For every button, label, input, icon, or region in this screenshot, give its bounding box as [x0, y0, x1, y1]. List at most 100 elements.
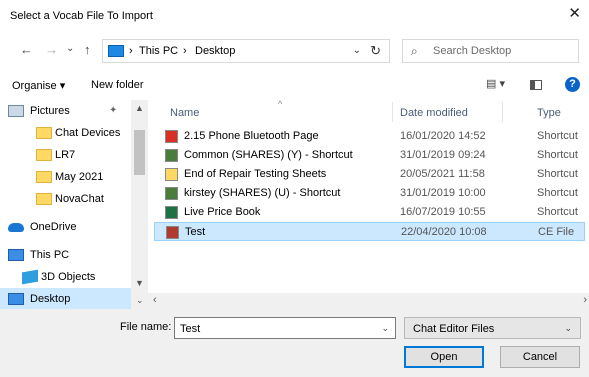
address-dropdown-icon[interactable]: ⌄: [353, 45, 361, 56]
breadcrumb-desktop[interactable]: Desktop: [195, 45, 235, 57]
nav-scrollbar[interactable]: ▲ ▼: [131, 100, 148, 293]
network-shortcut-icon: [165, 187, 178, 200]
column-date-modified[interactable]: Date modified: [400, 107, 468, 119]
recent-locations-icon[interactable]: ⌄: [66, 43, 74, 54]
scroll-left-icon[interactable]: ‹: [153, 294, 157, 306]
file-name-label: File name:: [120, 321, 172, 333]
search-icon: ⌕: [411, 44, 418, 58]
file-type: CE File: [538, 226, 575, 238]
new-folder-button[interactable]: New folder: [91, 79, 144, 91]
back-arrow-icon[interactable]: ←: [20, 42, 33, 57]
command-bar: Organise ▾ New folder ▤ ▾ ?: [0, 72, 589, 98]
sidebar-item-label: NovaChat: [55, 193, 104, 205]
file-date: 16/07/2019 10:55: [400, 206, 486, 218]
sidebar-item-novachat[interactable]: NovaChat: [0, 188, 131, 210]
file-type-value: Chat Editor Files: [413, 323, 495, 335]
sidebar-item-lr7[interactable]: LR7: [0, 144, 131, 166]
forward-arrow-icon[interactable]: →: [45, 42, 58, 57]
folder-icon: [36, 127, 52, 139]
sidebar-item-onedrive[interactable]: OneDrive: [0, 216, 131, 238]
cancel-button[interactable]: Cancel: [500, 346, 580, 368]
refresh-icon[interactable]: ↻: [370, 43, 381, 59]
sidebar-item-label: Pictures: [30, 105, 70, 117]
change-view-icon[interactable]: ▤ ▾: [486, 77, 505, 90]
sidebar-item-3d-objects[interactable]: 3D Objects: [0, 266, 131, 288]
organise-button[interactable]: Organise ▾: [12, 79, 65, 92]
up-arrow-icon[interactable]: ↑: [84, 42, 91, 57]
dialog-footer: File name: Test ⌄ Chat Editor Files ⌄ Op…: [0, 309, 589, 377]
column-type[interactable]: Type: [537, 107, 561, 119]
sidebar-item-may-2021[interactable]: May 2021: [0, 166, 131, 188]
folder-icon: [36, 193, 52, 205]
file-date: 31/01/2019 09:24: [400, 149, 486, 161]
preview-pane-icon[interactable]: [530, 80, 542, 90]
scroll-up-icon[interactable]: ▲: [135, 103, 144, 113]
file-date: 16/01/2020 14:52: [400, 130, 486, 142]
address-bar[interactable]: › This PC › Desktop ⌄ ↻: [102, 39, 390, 63]
column-name[interactable]: Name: [170, 107, 199, 119]
this-pc-icon: [108, 45, 124, 57]
horizontal-scrollbar[interactable]: ⌄ ‹ ›: [131, 293, 589, 309]
file-name-input[interactable]: Test ⌄: [174, 317, 396, 339]
cloud-icon: [8, 223, 24, 232]
network-shortcut-icon: [165, 149, 178, 162]
chevron-down-icon[interactable]: ⌄: [381, 323, 389, 334]
sidebar-item-label: Chat Devices: [55, 127, 121, 139]
sidebar-item-desktop[interactable]: Desktop: [0, 288, 131, 310]
sidebar-item-this-pc[interactable]: This PC: [0, 244, 131, 266]
excel-shortcut-icon: [165, 206, 178, 219]
breadcrumb-sep-icon: ›: [129, 45, 133, 57]
folder-icon: [36, 149, 52, 161]
file-row[interactable]: Live Price Book 16/07/2019 10:55 Shortcu…: [154, 203, 585, 222]
file-name: Live Price Book: [184, 206, 261, 218]
file-row[interactable]: Test 22/04/2020 10:08 CE File: [154, 222, 585, 241]
file-row[interactable]: End of Repair Testing Sheets 20/05/2021 …: [154, 165, 585, 184]
pin-icon[interactable]: ✦: [109, 105, 117, 116]
file-type: Shortcut: [537, 206, 578, 218]
folder-shortcut-icon: [165, 168, 178, 181]
pictures-icon: [8, 105, 24, 117]
close-icon[interactable]: ✕: [568, 6, 581, 22]
file-type: Shortcut: [537, 149, 578, 161]
window-title: Select a Vocab File To Import: [10, 10, 153, 22]
file-type: Shortcut: [537, 168, 578, 180]
file-date: 20/05/2021 11:58: [400, 168, 485, 180]
column-headers: ^ Name Date modified Type: [150, 100, 589, 124]
sidebar-item-label: This PC: [30, 249, 70, 261]
sidebar-item-label: 3D Objects: [41, 271, 96, 283]
column-divider[interactable]: [392, 102, 393, 122]
sidebar-item-pictures[interactable]: Pictures ✦: [0, 100, 131, 122]
file-row[interactable]: 2.15 Phone Bluetooth Page 16/01/2020 14:…: [154, 127, 585, 146]
file-row[interactable]: Common (SHARES) (Y) - Shortcut 31/01/201…: [154, 146, 585, 165]
ce-file-icon: [166, 226, 179, 239]
file-name-value: Test: [180, 323, 201, 335]
search-placeholder: Search Desktop: [433, 45, 512, 57]
sidebar-item-label: May 2021: [55, 171, 104, 183]
nav-scroll-down-icon[interactable]: ⌄: [136, 295, 144, 306]
address-row: ← → ⌄ ↑ › This PC › Desktop ⌄ ↻ ⌕ Search…: [0, 34, 589, 68]
file-list: ^ Name Date modified Type 2.15 Phone Blu…: [150, 100, 589, 293]
file-type-select[interactable]: Chat Editor Files ⌄: [404, 317, 581, 339]
navigation-pane: Pictures ✦ Chat Devices LR7 May 2021 Nov…: [0, 100, 148, 310]
help-icon[interactable]: ?: [565, 77, 580, 92]
file-name: End of Repair Testing Sheets: [184, 168, 327, 180]
column-divider[interactable]: [502, 102, 503, 122]
scroll-down-icon[interactable]: ▼: [135, 278, 144, 288]
file-date: 22/04/2020 10:08: [401, 226, 487, 238]
title-bar: Select a Vocab File To Import ✕: [0, 0, 589, 30]
breadcrumb-sep-icon: ›: [183, 45, 187, 57]
folder-icon: [36, 171, 52, 183]
scroll-right-icon[interactable]: ›: [583, 294, 587, 306]
file-type: Shortcut: [537, 187, 578, 199]
file-date: 31/01/2019 10:00: [400, 187, 486, 199]
desktop-icon: [8, 293, 24, 305]
scroll-thumb[interactable]: [134, 130, 145, 175]
open-button[interactable]: Open: [404, 346, 484, 368]
file-name: Test: [185, 226, 206, 238]
sidebar-item-label: OneDrive: [30, 221, 77, 233]
file-name: 2.15 Phone Bluetooth Page: [184, 130, 319, 142]
file-row[interactable]: kirstey (SHARES) (U) - Shortcut 31/01/20…: [154, 184, 585, 203]
search-input[interactable]: ⌕ Search Desktop: [402, 39, 579, 63]
breadcrumb-this-pc[interactable]: This PC: [139, 45, 178, 57]
sidebar-item-chat-devices[interactable]: Chat Devices: [0, 122, 131, 144]
